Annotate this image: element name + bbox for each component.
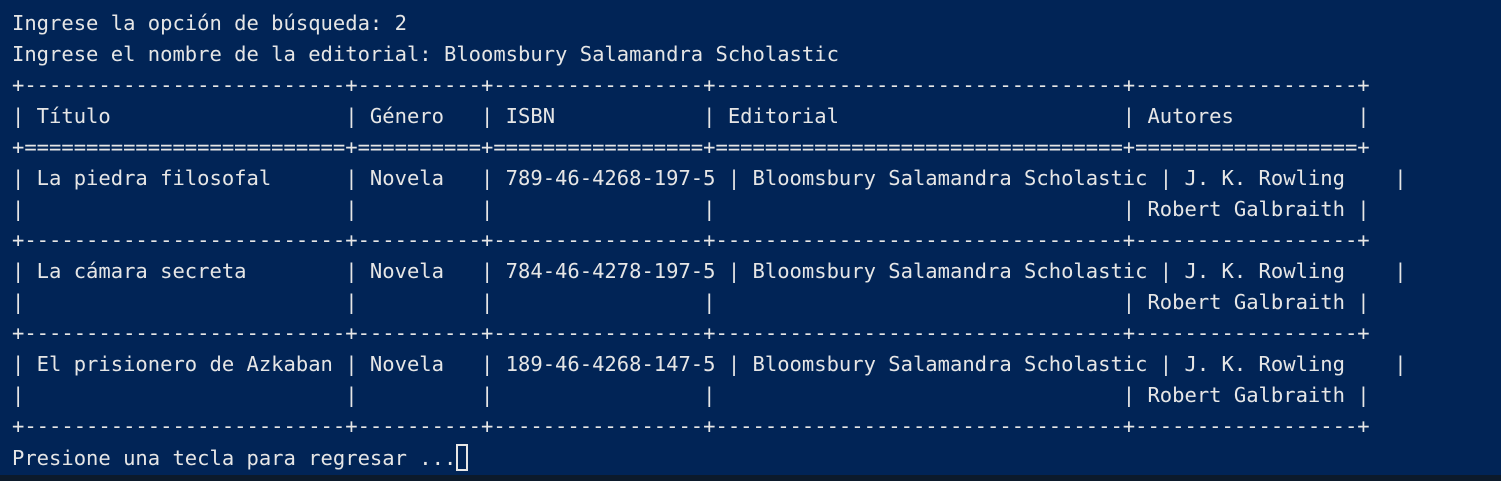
table-header-row: | Título | Género | ISBN | Editorial | A… xyxy=(12,104,1370,128)
table-row-1-line-2: | | | | | Robert Galbraith | xyxy=(12,197,1370,221)
search-option-prompt: Ingrese la opción de búsqueda: 2 xyxy=(12,11,407,35)
publisher-name-prompt: Ingrese el nombre de la editorial: Bloom… xyxy=(12,42,839,66)
table-row-2-line-1: | La cámara secreta | Novela | 784-46-42… xyxy=(12,259,1407,283)
table-row-1-line-1: | La piedra filosofal | Novela | 789-46-… xyxy=(12,166,1407,190)
table-top-border: +--------------------------+----------+-… xyxy=(12,73,1370,97)
table-row-3-line-2: | | | | | Robert Galbraith | xyxy=(12,383,1370,407)
press-key-prompt: Presione una tecla para regresar ... xyxy=(12,446,457,470)
table-bottom-border: +--------------------------+----------+-… xyxy=(12,414,1370,438)
table-row-separator: +--------------------------+----------+-… xyxy=(12,321,1370,345)
table-row-separator: +--------------------------+----------+-… xyxy=(12,228,1370,252)
window-bottom-edge xyxy=(0,475,1501,481)
table-row-3-line-1: | El prisionero de Azkaban | Novela | 18… xyxy=(12,352,1407,376)
press-key-prompt-line[interactable]: Presione una tecla para regresar ... xyxy=(12,443,469,474)
table-row-2-line-2: | | | | | Robert Galbraith | xyxy=(12,290,1370,314)
text-cursor xyxy=(456,443,469,471)
table-header-separator: +==========================+==========+=… xyxy=(12,135,1370,159)
terminal-window[interactable]: Ingrese la opción de búsqueda: 2 Ingrese… xyxy=(0,0,1501,481)
